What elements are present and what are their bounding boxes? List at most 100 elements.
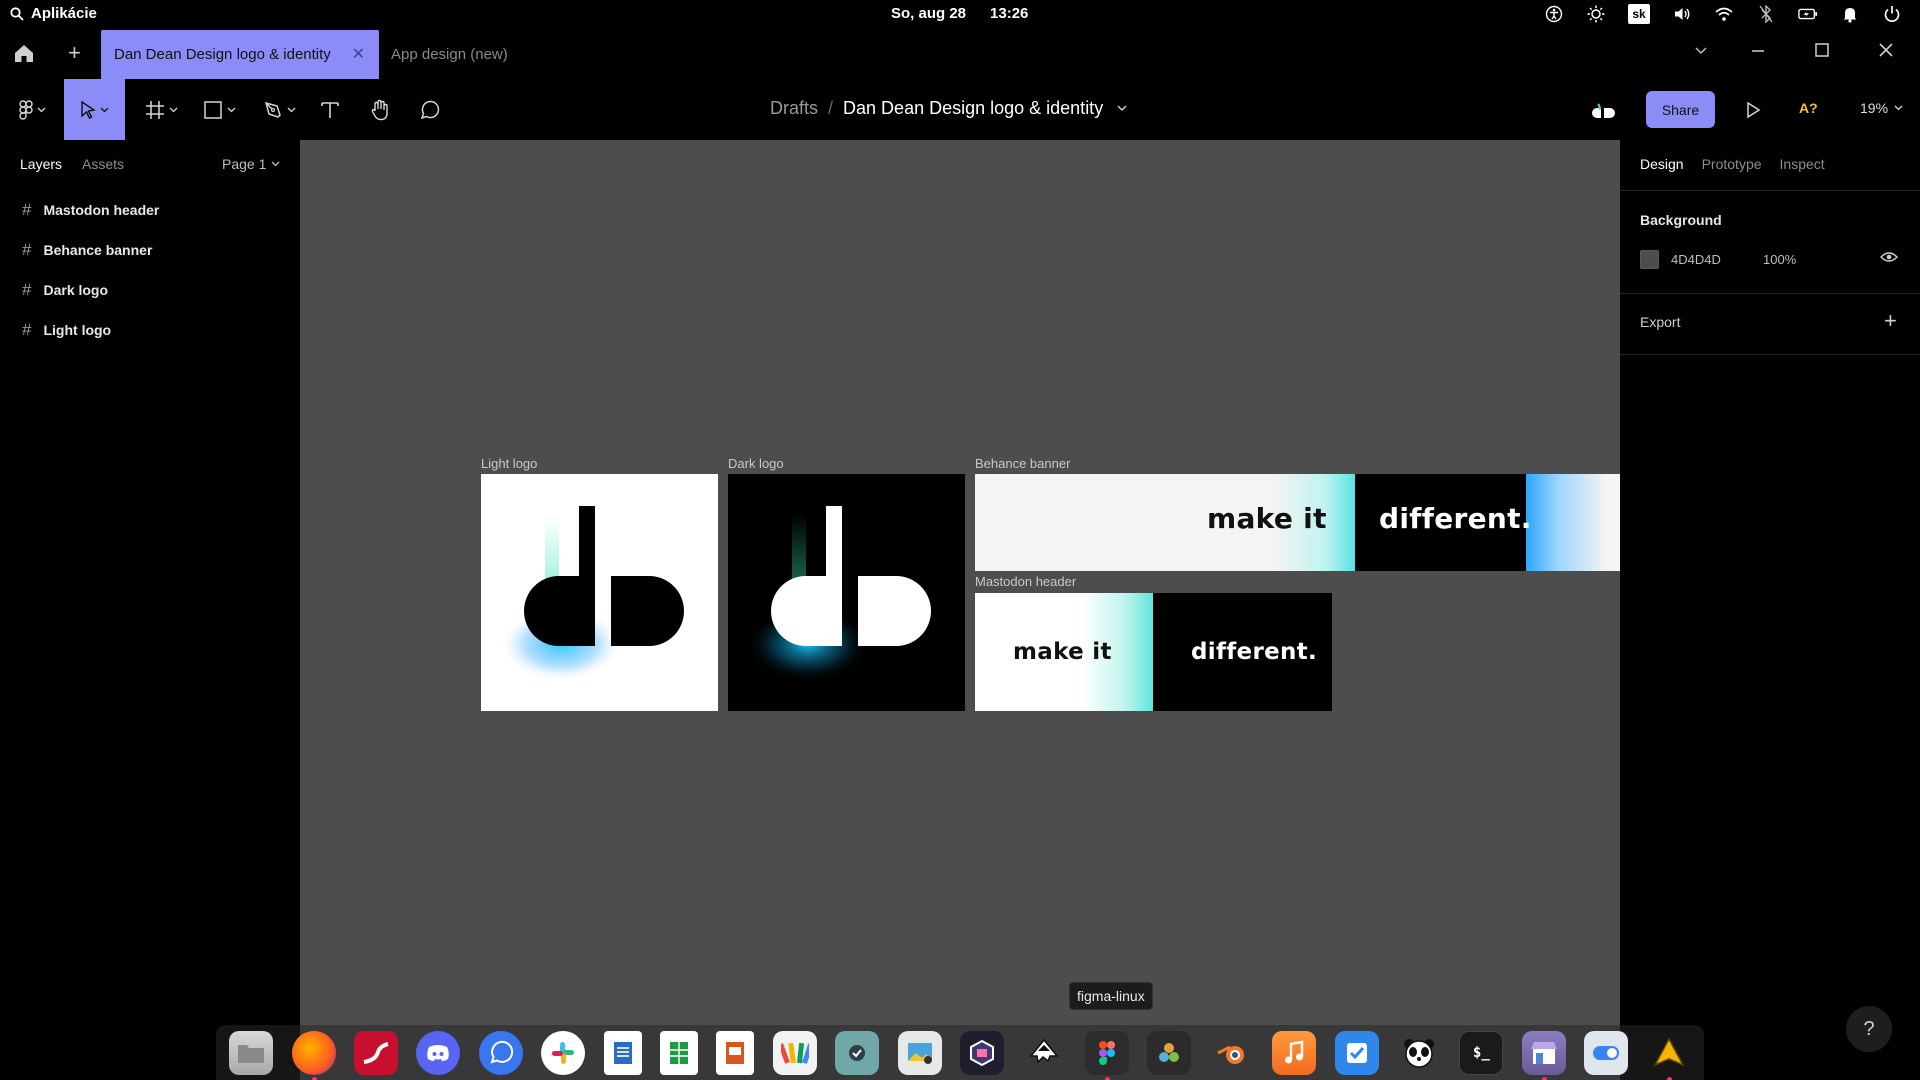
frame-tool-button[interactable] bbox=[138, 79, 184, 140]
frame-light-logo[interactable] bbox=[481, 474, 718, 711]
zoom-dropdown[interactable]: 19% bbox=[1860, 100, 1903, 116]
brightness-icon[interactable] bbox=[1586, 4, 1606, 24]
present-play-button[interactable] bbox=[1745, 101, 1761, 124]
right-panel-tabs: Design Prototype Inspect bbox=[1640, 156, 1825, 172]
left-panel-tabs: Layers Assets bbox=[20, 156, 124, 172]
slack-app-icon[interactable] bbox=[541, 1030, 586, 1075]
tab-layers[interactable]: Layers bbox=[20, 156, 62, 172]
inkscape-app-icon[interactable] bbox=[1022, 1031, 1066, 1075]
frame-label-dark-logo[interactable]: Dark logo bbox=[728, 456, 784, 471]
image-viewer-app-icon[interactable] bbox=[897, 1030, 942, 1075]
extension-manager-app-icon[interactable] bbox=[1584, 1030, 1629, 1075]
frame-hash-icon: # bbox=[22, 240, 32, 259]
calc-app-icon[interactable] bbox=[660, 1030, 699, 1075]
tab-close-icon[interactable]: ✕ bbox=[352, 44, 365, 64]
files-app-icon[interactable] bbox=[229, 1030, 274, 1075]
new-tab-button[interactable]: + bbox=[68, 42, 81, 64]
wifi-icon[interactable] bbox=[1714, 4, 1734, 24]
writer-app-icon[interactable] bbox=[603, 1030, 642, 1075]
chevron-down-icon[interactable] bbox=[1117, 105, 1127, 112]
layer-row[interactable]: # Dark logo bbox=[22, 280, 108, 300]
battery-icon[interactable] bbox=[1798, 4, 1818, 24]
discord-app-icon[interactable] bbox=[416, 1030, 461, 1075]
gradience-app-icon[interactable] bbox=[960, 1030, 1005, 1075]
applications-menu[interactable]: Aplikácie bbox=[10, 5, 97, 22]
background-hex-value[interactable]: 4D4D4D bbox=[1671, 252, 1763, 267]
tab-prototype[interactable]: Prototype bbox=[1702, 156, 1762, 172]
frame-dark-logo[interactable] bbox=[728, 474, 965, 711]
share-button[interactable]: Share bbox=[1646, 91, 1715, 128]
signal-app-icon[interactable] bbox=[478, 1030, 523, 1075]
page-selector[interactable]: Page 1 bbox=[222, 156, 280, 172]
tabs-dropdown-icon[interactable] bbox=[1693, 42, 1709, 63]
file-name[interactable]: Dan Dean Design logo & identity bbox=[843, 98, 1103, 119]
screenshot-app-icon[interactable] bbox=[835, 1030, 880, 1075]
layer-row[interactable]: # Light logo bbox=[22, 320, 111, 340]
layer-row[interactable]: # Mastodon header bbox=[22, 200, 159, 220]
background-fill-row[interactable]: 4D4D4D 100% bbox=[1640, 250, 1796, 269]
background-color-swatch[interactable] bbox=[1640, 250, 1659, 269]
music-app-icon[interactable] bbox=[1272, 1030, 1317, 1075]
firefox-app-icon[interactable] bbox=[291, 1030, 336, 1080]
blender-app-icon[interactable] bbox=[1210, 1031, 1254, 1075]
volume-icon[interactable] bbox=[1672, 4, 1692, 24]
comment-tool-button[interactable] bbox=[414, 79, 446, 140]
tab-dan-dean-design[interactable]: Dan Dean Design logo & identity ✕ bbox=[101, 30, 379, 79]
text-tool-button[interactable] bbox=[314, 79, 346, 140]
rectangle-icon bbox=[203, 100, 222, 119]
snap-store-app-icon[interactable] bbox=[354, 1030, 399, 1075]
applications-label: Aplikácie bbox=[31, 5, 97, 22]
close-window-icon[interactable] bbox=[1878, 42, 1894, 63]
help-button[interactable]: ? bbox=[1846, 1006, 1892, 1052]
tab-inspect[interactable]: Inspect bbox=[1780, 156, 1825, 172]
system-tray: sk bbox=[1544, 4, 1902, 24]
home-button[interactable] bbox=[14, 44, 34, 68]
tab-design[interactable]: Design bbox=[1640, 156, 1684, 172]
tab-app-design[interactable]: App design (new) bbox=[391, 46, 508, 63]
davinci-resolve-app-icon[interactable] bbox=[1147, 1030, 1192, 1075]
chevron-down-icon bbox=[287, 107, 295, 112]
impress-app-icon[interactable] bbox=[716, 1030, 755, 1075]
user-avatar[interactable] bbox=[1591, 100, 1617, 125]
hand-tool-button[interactable] bbox=[364, 79, 396, 140]
maximize-icon[interactable] bbox=[1814, 42, 1830, 63]
divider bbox=[1620, 190, 1920, 191]
accessibility-icon[interactable] bbox=[1544, 4, 1564, 24]
tab-assets[interactable]: Assets bbox=[82, 156, 124, 172]
shape-tool-button[interactable] bbox=[196, 79, 242, 140]
figma-toolbar: Drafts / Dan Dean Design logo & identity… bbox=[0, 79, 1920, 140]
frame-behance-banner[interactable]: make it different. bbox=[975, 474, 1620, 571]
tasks-app-icon[interactable] bbox=[1334, 1030, 1379, 1075]
text-icon bbox=[321, 101, 339, 118]
color-picker-app-icon[interactable] bbox=[772, 1030, 817, 1075]
terminal-app-icon[interactable]: $_ bbox=[1459, 1030, 1504, 1075]
pen-tool-button[interactable] bbox=[256, 79, 302, 140]
power-icon[interactable] bbox=[1882, 4, 1902, 24]
terminal-prompt-icon: $_ bbox=[1472, 1044, 1490, 1061]
layer-name: Light logo bbox=[43, 322, 112, 338]
move-tool-button[interactable] bbox=[64, 79, 125, 140]
bluetooth-off-icon[interactable] bbox=[1756, 4, 1776, 24]
tab-label: App design (new) bbox=[391, 46, 508, 63]
clock[interactable]: So, aug 28 13:26 bbox=[891, 5, 1028, 22]
design-canvas[interactable]: Light logo Dark logo Behance banner make… bbox=[300, 140, 1620, 1080]
font-check-button[interactable]: A? bbox=[1799, 100, 1818, 116]
background-opacity-value[interactable]: 100% bbox=[1763, 252, 1796, 267]
breadcrumb-drafts-link[interactable]: Drafts bbox=[770, 98, 818, 119]
keyboard-layout-indicator[interactable]: sk bbox=[1628, 4, 1650, 24]
banner-blue-gradient bbox=[1526, 474, 1620, 571]
frame-label-mastodon-header[interactable]: Mastodon header bbox=[975, 574, 1076, 589]
store-app-icon[interactable] bbox=[1521, 1030, 1566, 1080]
add-export-plus-icon[interactable]: + bbox=[1884, 308, 1897, 334]
frame-mastodon-header[interactable]: make it different. bbox=[975, 593, 1332, 711]
visibility-eye-icon[interactable] bbox=[1880, 250, 1898, 269]
panda-app-icon[interactable] bbox=[1397, 1031, 1441, 1075]
notifications-bell-icon[interactable] bbox=[1840, 4, 1860, 24]
main-menu-button[interactable] bbox=[10, 79, 54, 140]
minimize-icon[interactable] bbox=[1750, 42, 1766, 63]
figma-app-icon[interactable] bbox=[1084, 1030, 1129, 1080]
frame-label-behance-banner[interactable]: Behance banner bbox=[975, 456, 1070, 471]
launcher-app-icon[interactable] bbox=[1647, 1031, 1691, 1080]
layer-row[interactable]: # Behance banner bbox=[22, 240, 152, 260]
frame-label-light-logo[interactable]: Light logo bbox=[481, 456, 537, 471]
